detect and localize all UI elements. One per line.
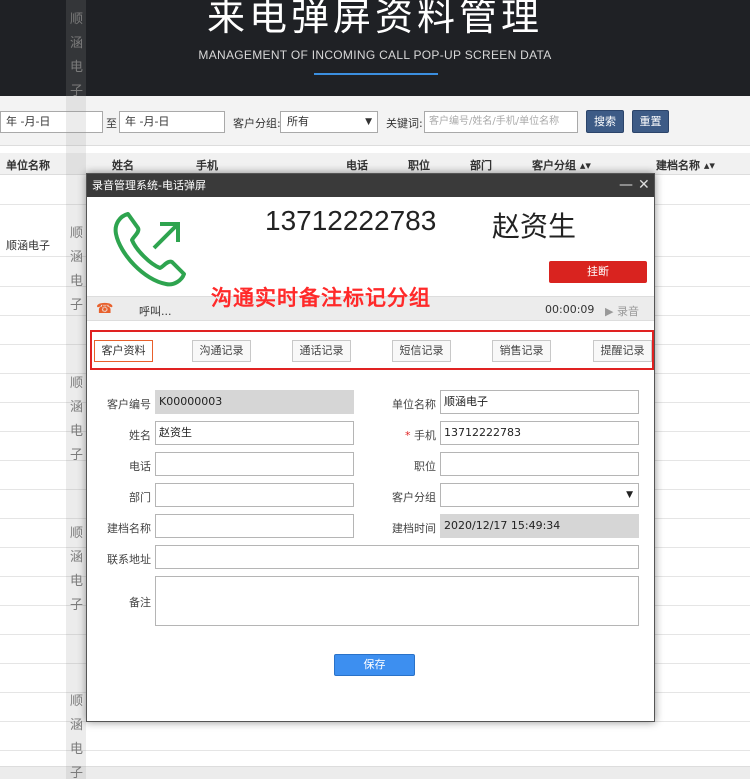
annotation-text: 沟通实时备注标记分组 xyxy=(211,286,431,310)
col-company[interactable]: 单位名称 xyxy=(6,157,50,173)
chevron-down-icon: ▼ xyxy=(626,490,633,500)
filter-bar: 年 -月-日 至 年 -月-日 客户分组: 所有 ▼ 关键词: 客户编号/姓名/… xyxy=(0,96,750,146)
remark-label: 备注 xyxy=(129,596,151,609)
col-dept[interactable]: 部门 xyxy=(470,157,492,173)
name-field[interactable]: 赵资生 xyxy=(155,421,354,445)
customer-no-label: 客户编号 xyxy=(107,398,151,411)
group-filter-select[interactable]: 所有 ▼ xyxy=(280,111,378,133)
tab-customer-info[interactable]: 客户资料 xyxy=(94,340,153,362)
address-field[interactable] xyxy=(155,545,639,569)
incoming-call-icon xyxy=(113,212,186,287)
watermark-text: 顺涵电子 xyxy=(70,694,84,779)
watermark-text: 顺涵电子 xyxy=(70,526,84,613)
table-cell-company: 顺涵电子 xyxy=(6,239,50,252)
dept-field[interactable] xyxy=(155,483,354,507)
col-group[interactable]: 客户分组 ▴▾ xyxy=(532,157,591,173)
archive-time-label: 建档时间 xyxy=(392,522,436,535)
tab-sales-records[interactable]: 销售记录 xyxy=(492,340,551,362)
archive-name-label: 建档名称 xyxy=(107,522,151,535)
sort-icon: ▴▾ xyxy=(700,159,715,172)
call-popup-window: 录音管理系统-电话弹屏 — ✕ 13712222783 赵资生 挂断 ☎ 呼叫.… xyxy=(86,173,655,722)
watermark-text: 顺涵电子 xyxy=(70,376,84,463)
record-button[interactable]: ▶ 录音 xyxy=(605,303,639,319)
tab-communication-records[interactable]: 沟通记录 xyxy=(192,340,251,362)
record-tabs: 客户资料 沟通记录 通话记录 短信记录 销售记录 提醒记录 xyxy=(90,330,654,370)
date-to-label: 至 xyxy=(106,117,117,130)
caller-phone-number: 13712222783 xyxy=(265,205,437,236)
watermark-text: 顺涵电子 xyxy=(70,12,84,99)
tab-reminder-records[interactable]: 提醒记录 xyxy=(593,340,652,362)
group-label: 客户分组 xyxy=(392,491,436,504)
position-label: 职位 xyxy=(414,460,436,473)
page-banner: 来电弹屏资料管理 MANAGEMENT OF INCOMING CALL POP… xyxy=(0,0,750,96)
date-end-input[interactable]: 年 -月-日 xyxy=(119,111,225,133)
phone-label: 电话 xyxy=(129,460,151,473)
customer-no-field: K00000003 xyxy=(155,390,354,414)
call-status-text: 呼叫... xyxy=(139,305,172,318)
address-label: 联系地址 xyxy=(107,553,151,566)
name-label: 姓名 xyxy=(129,429,151,442)
group-filter-value: 所有 xyxy=(287,115,309,128)
mobile-label: * 手机 xyxy=(405,429,436,442)
record-label: 录音 xyxy=(616,305,639,318)
position-field[interactable] xyxy=(440,452,639,476)
save-button[interactable]: 保存 xyxy=(334,654,415,676)
company-label: 单位名称 xyxy=(392,398,436,411)
mobile-field[interactable]: 13712222783 xyxy=(440,421,639,445)
col-group-label: 客户分组 xyxy=(532,159,576,172)
minimize-icon[interactable]: — xyxy=(619,174,633,197)
required-marker: * xyxy=(405,429,414,442)
play-icon: ▶ xyxy=(605,305,617,318)
sort-icon: ▴▾ xyxy=(576,159,591,172)
col-archive[interactable]: 建档名称 ▴▾ xyxy=(656,157,715,173)
phone-field[interactable] xyxy=(155,452,354,476)
group-filter-label: 客户分组: xyxy=(233,117,281,130)
tab-call-records[interactable]: 通话记录 xyxy=(292,340,351,362)
col-position[interactable]: 职位 xyxy=(408,157,430,173)
col-archive-label: 建档名称 xyxy=(656,159,700,172)
company-field[interactable]: 顺涵电子 xyxy=(440,390,639,414)
col-name[interactable]: 姓名 xyxy=(112,157,134,173)
col-mobile[interactable]: 手机 xyxy=(196,157,218,173)
archive-time-field: 2020/12/17 15:49:34 xyxy=(440,514,639,538)
search-button[interactable]: 搜索 xyxy=(586,110,624,133)
banner-subtitle: MANAGEMENT OF INCOMING CALL POP-UP SCREE… xyxy=(198,48,552,62)
phone-icon: ☎ xyxy=(96,301,114,317)
group-select[interactable]: ▼ xyxy=(440,483,639,507)
col-phone[interactable]: 电话 xyxy=(346,157,368,173)
keyword-label: 关键词: xyxy=(386,117,423,130)
remark-textarea[interactable] xyxy=(155,576,639,626)
popup-titlebar[interactable]: 录音管理系统-电话弹屏 — ✕ xyxy=(87,174,654,197)
tab-sms-records[interactable]: 短信记录 xyxy=(392,340,451,362)
hangup-button[interactable]: 挂断 xyxy=(549,261,647,283)
banner-title: 来电弹屏资料管理 xyxy=(206,0,543,39)
date-start-input[interactable]: 年 -月-日 xyxy=(0,111,103,133)
table-header: 单位名称 姓名 手机 电话 职位 部门 客户分组 ▴▾ 建档名称 ▴▾ xyxy=(0,153,750,175)
table-row[interactable] xyxy=(0,722,750,751)
keyword-input[interactable]: 客户编号/姓名/手机/单位名称 xyxy=(424,111,578,133)
reset-button[interactable]: 重置 xyxy=(632,110,669,133)
call-duration: 00:00:09 xyxy=(545,303,595,316)
watermark-text: 顺涵电子 xyxy=(70,226,84,313)
dept-label: 部门 xyxy=(129,491,151,504)
chevron-down-icon: ▼ xyxy=(365,117,372,127)
popup-title: 录音管理系统-电话弹屏 xyxy=(92,179,206,192)
archive-name-field[interactable] xyxy=(155,514,354,538)
close-icon[interactable]: ✕ xyxy=(638,174,650,197)
caller-name: 赵资生 xyxy=(492,210,577,243)
banner-underline xyxy=(314,73,438,75)
table-footer xyxy=(0,766,750,779)
